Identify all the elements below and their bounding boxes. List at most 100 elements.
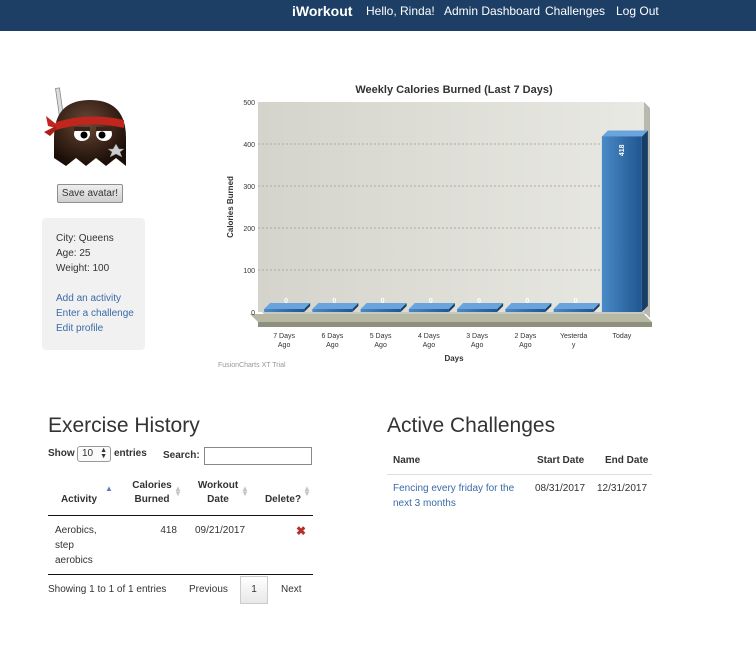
entries-select[interactable]: 10 ▲ ▼ xyxy=(77,446,111,462)
challenge-start-date: 08/31/2017 xyxy=(535,483,586,494)
col-workout-date[interactable]: Workout Date xyxy=(194,479,242,507)
y-tick-label: 400 xyxy=(243,142,255,149)
weekly-calories-chart: Weekly Calories Burned (Last 7 Days) 0 10… xyxy=(218,84,652,369)
row-activity-line3: aerobics xyxy=(55,555,93,566)
sort-both-icon[interactable]: ▲ ▼ xyxy=(174,485,182,498)
x-axis-ticks: 7 Days Ago 6 Days Ago 5 Days Ago 4 Days Ago 3 Da… xyxy=(273,333,631,349)
bar xyxy=(505,309,546,312)
row-activity: Aerobics, step aerobics xyxy=(55,523,115,568)
x-tick-label: 6 Days xyxy=(321,333,343,340)
bar xyxy=(360,309,401,312)
profile-weight: Weight: 100 xyxy=(56,263,110,274)
col-delete[interactable]: Delete? xyxy=(262,493,304,507)
avatar xyxy=(44,86,136,176)
profile-card: City: Queens Age: 25 Weight: 100 Add an … xyxy=(42,218,145,350)
pagination-previous[interactable]: Previous xyxy=(189,584,228,595)
bar-value-label: 418 xyxy=(619,144,626,156)
edit-profile-link[interactable]: Edit profile xyxy=(56,323,103,334)
bar xyxy=(408,309,449,312)
add-activity-link[interactable]: Add an activity xyxy=(56,293,121,304)
col-calories-line1: Calories xyxy=(132,480,172,491)
col-activity[interactable]: Activity xyxy=(56,493,102,507)
challenges-header-divider xyxy=(387,474,652,475)
y-tick-label: 200 xyxy=(243,226,255,233)
table-header-divider xyxy=(48,515,313,516)
x-tick-label: 3 Days xyxy=(466,333,488,340)
row-activity-line1: Aerobics, xyxy=(55,525,97,536)
col-calories-line2: Burned xyxy=(134,494,170,505)
row-calories: 418 xyxy=(160,525,177,536)
profile-city: City: Queens xyxy=(56,233,114,244)
nav-admin-dashboard-link[interactable]: Admin Dashboard xyxy=(444,4,540,18)
y-axis-ticks: 0 100 200 300 400 500 xyxy=(243,100,255,317)
brand-link[interactable]: iWorkout xyxy=(292,3,352,19)
search-label: Search: xyxy=(163,450,200,461)
challenge-name-link[interactable]: Fencing every friday for the next 3 mont… xyxy=(393,481,523,511)
enter-challenge-link[interactable]: Enter a challenge xyxy=(56,308,134,319)
sort-both-icon[interactable]: ▲ ▼ xyxy=(241,485,249,498)
row-activity-line2: step xyxy=(55,540,74,551)
sort-both-icon[interactable]: ▲ ▼ xyxy=(303,485,311,498)
plot-area xyxy=(258,102,644,312)
bar-value-label: 0 xyxy=(332,298,336,305)
save-avatar-button[interactable]: Save avatar! xyxy=(57,184,123,203)
bar-value-label: 0 xyxy=(284,298,288,305)
top-navbar: iWorkout Hello, Rinda! Admin Dashboard C… xyxy=(0,0,756,31)
bar-value-label: 0 xyxy=(429,298,433,305)
x-tick-label: Ago xyxy=(326,342,339,349)
x-tick-label: Ago xyxy=(423,342,436,349)
x-tick-label: Ago xyxy=(278,342,291,349)
active-challenges-title: Active Challenges xyxy=(387,414,556,437)
bar-side xyxy=(641,130,648,312)
profile-age: Age: 25 xyxy=(56,248,91,259)
bar xyxy=(553,309,594,312)
table-footer-divider xyxy=(48,574,313,575)
updown-arrows-icon: ▲ ▼ xyxy=(100,447,107,460)
y-tick-label: 0 xyxy=(251,310,255,317)
col-calories[interactable]: Calories Burned xyxy=(128,479,176,507)
col-date-line1: Workout xyxy=(197,480,239,491)
search-input[interactable] xyxy=(204,447,312,465)
chart-title: Weekly Calories Burned (Last 7 Days) xyxy=(355,84,553,96)
challenge-end-date: 12/31/2017 xyxy=(597,483,648,494)
bar-value-label: 0 xyxy=(477,298,481,305)
x-tick-label: 7 Days xyxy=(273,333,295,340)
table-info: Showing 1 to 1 of 1 entries xyxy=(48,584,167,595)
bar xyxy=(264,309,305,312)
nav-logout-link[interactable]: Log Out xyxy=(616,4,659,18)
x-tick-label: 2 Days xyxy=(514,333,536,340)
x-tick-label: Ago xyxy=(519,342,532,349)
bar-value-label: 0 xyxy=(525,298,529,305)
y-tick-label: 300 xyxy=(243,184,255,191)
sort-asc-icon[interactable]: ▲ xyxy=(105,485,113,493)
close-icon[interactable]: ✖ xyxy=(296,524,306,538)
entries-select-value: 10 xyxy=(82,448,94,459)
bar-value-label: 0 xyxy=(574,298,578,305)
plot-floor-top xyxy=(250,314,652,322)
x-tick-label: Today xyxy=(613,333,632,340)
x-axis-label: Days xyxy=(444,354,464,363)
bar-top xyxy=(601,130,648,137)
x-tick-label: Ago xyxy=(374,342,387,349)
pagination-next[interactable]: Next xyxy=(281,584,302,595)
show-label: Show xyxy=(48,448,75,459)
bar xyxy=(601,136,642,312)
nav-challenges-link[interactable]: Challenges xyxy=(545,4,605,18)
pagination-page-1[interactable]: 1 xyxy=(240,576,268,604)
entries-label: entries xyxy=(114,448,147,459)
bar-value-label: 0 xyxy=(381,298,385,305)
col-start-date: Start Date xyxy=(537,455,585,466)
ninja-avatar-image xyxy=(44,87,126,166)
x-tick-label: Ago xyxy=(471,342,484,349)
nav-greeting-link[interactable]: Hello, Rinda! xyxy=(366,4,435,18)
x-tick-label: y xyxy=(572,342,576,349)
x-tick-label: Yesterda xyxy=(560,333,587,340)
bar xyxy=(312,309,353,312)
col-end-date: End Date xyxy=(605,455,649,466)
x-tick-label: 4 Days xyxy=(418,333,440,340)
col-challenge-name: Name xyxy=(393,455,421,466)
bar xyxy=(457,309,498,312)
plot-floor-front xyxy=(258,322,652,327)
trial-watermark: FusionCharts XT Trial xyxy=(218,362,286,369)
y-axis-label: Calories Burned xyxy=(226,176,235,238)
